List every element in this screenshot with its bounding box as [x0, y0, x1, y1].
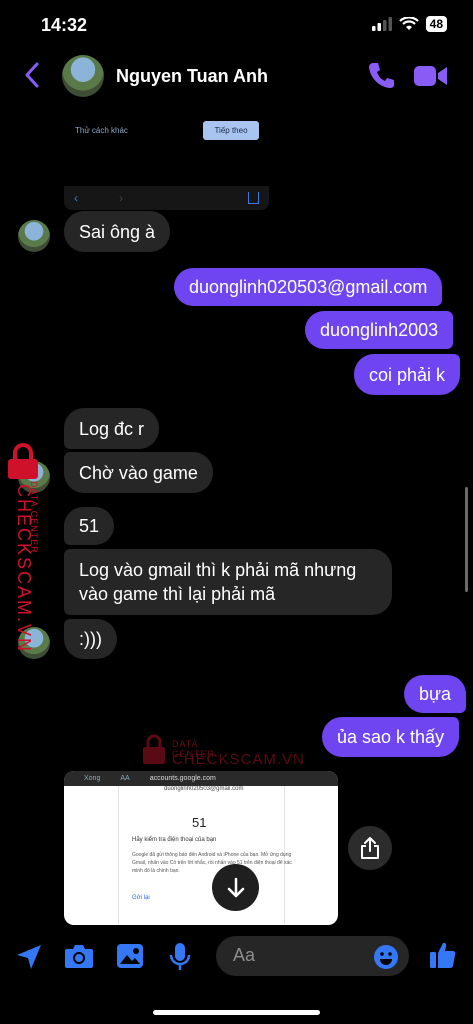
message-outgoing[interactable]: duonglinh020503@gmail.com — [174, 268, 443, 306]
verification-code: 51 — [192, 815, 207, 830]
photo-gallery-icon[interactable] — [116, 942, 144, 970]
status-time: 14:32 — [41, 15, 88, 35]
browser-font-size-label: AA — [120, 775, 130, 782]
watermark-subtext: DATA CENTER — [29, 481, 39, 554]
lock-logo-icon — [8, 443, 38, 479]
shared-screenshot-bottom[interactable]: Xong AA accounts.google.com duonglinh020… — [64, 771, 338, 925]
message-incoming[interactable]: Sai ông à — [64, 211, 171, 252]
message-composer: Aa — [0, 928, 473, 988]
watermark-center: DATA CENTER CHECKSCAM.VN — [141, 734, 304, 771]
message-incoming[interactable]: Log vào gmail thì k phải mã nhưng vào ga… — [64, 549, 392, 615]
status-bar: 14:32 48 — [0, 0, 473, 52]
message-incoming[interactable]: Chờ vào game — [64, 452, 213, 493]
try-other-way-link: Thử cách khác — [75, 126, 128, 135]
next-button-preview: Tiếp theo — [203, 121, 259, 140]
watermark-text: CHECKSCAM.VN — [172, 751, 305, 768]
browser-forward-icon: › — [119, 191, 123, 205]
browser-toolbar-preview — [64, 186, 269, 210]
home-indicator[interactable] — [153, 1010, 320, 1015]
microphone-icon[interactable] — [168, 942, 192, 972]
contact-avatar[interactable] — [62, 55, 104, 97]
share-button[interactable] — [348, 826, 392, 870]
message-input-placeholder: Aa — [233, 945, 256, 965]
contact-name[interactable]: Nguyen Tuan Anh — [116, 66, 268, 87]
resend-link: Gửi lại — [132, 895, 150, 901]
back-chevron-icon[interactable] — [20, 60, 44, 90]
check-phone-body: Google đã gửi thông báo đến Android và i… — [132, 852, 292, 874]
thumbs-up-icon[interactable] — [428, 940, 458, 970]
message-incoming[interactable]: :))) — [64, 619, 117, 659]
browser-back-icon: ‹ — [74, 191, 78, 205]
signal-icon — [371, 17, 392, 31]
message-outgoing[interactable]: coi phải k — [354, 354, 461, 395]
chat-header: Nguyen Tuan Anh — [0, 52, 473, 100]
message-outgoing[interactable]: bựa — [404, 675, 467, 713]
message-incoming[interactable]: Log đc r — [64, 408, 160, 449]
browser-url: accounts.google.com — [149, 775, 216, 782]
message-outgoing[interactable]: ủa sao k thấy — [322, 717, 460, 757]
message-outgoing[interactable]: duonglinh2003 — [305, 311, 454, 349]
lock-logo-icon — [143, 734, 165, 764]
message-input[interactable]: Aa — [216, 936, 409, 976]
account-email: duonglinh020503@gmail.com — [164, 786, 244, 792]
emoji-icon[interactable] — [373, 944, 399, 970]
browser-done-label: Xong — [84, 775, 101, 782]
phone-call-icon[interactable] — [367, 60, 395, 90]
camera-icon[interactable] — [64, 942, 94, 970]
scroll-to-bottom-button[interactable] — [212, 864, 259, 911]
browser-bar-preview: Xong AA accounts.google.com — [64, 771, 338, 786]
battery-indicator: 48 — [425, 16, 447, 32]
sender-avatar[interactable] — [18, 220, 50, 252]
browser-share-icon — [248, 192, 259, 204]
share-icon — [361, 837, 379, 859]
arrow-down-icon — [227, 877, 244, 897]
check-phone-heading: Hãy kiểm tra điện thoại của bạn — [132, 837, 217, 843]
page-divider — [118, 786, 119, 925]
scrollbar[interactable] — [465, 487, 468, 592]
video-call-icon[interactable] — [414, 64, 448, 88]
shared-screenshot-top[interactable]: Thử cách khác Tiếp theo ‹ › — [64, 112, 269, 210]
wifi-icon — [398, 17, 419, 30]
message-incoming[interactable]: 51 — [64, 507, 115, 545]
status-icons: 48 — [371, 16, 447, 32]
location-arrow-icon[interactable] — [14, 942, 44, 972]
